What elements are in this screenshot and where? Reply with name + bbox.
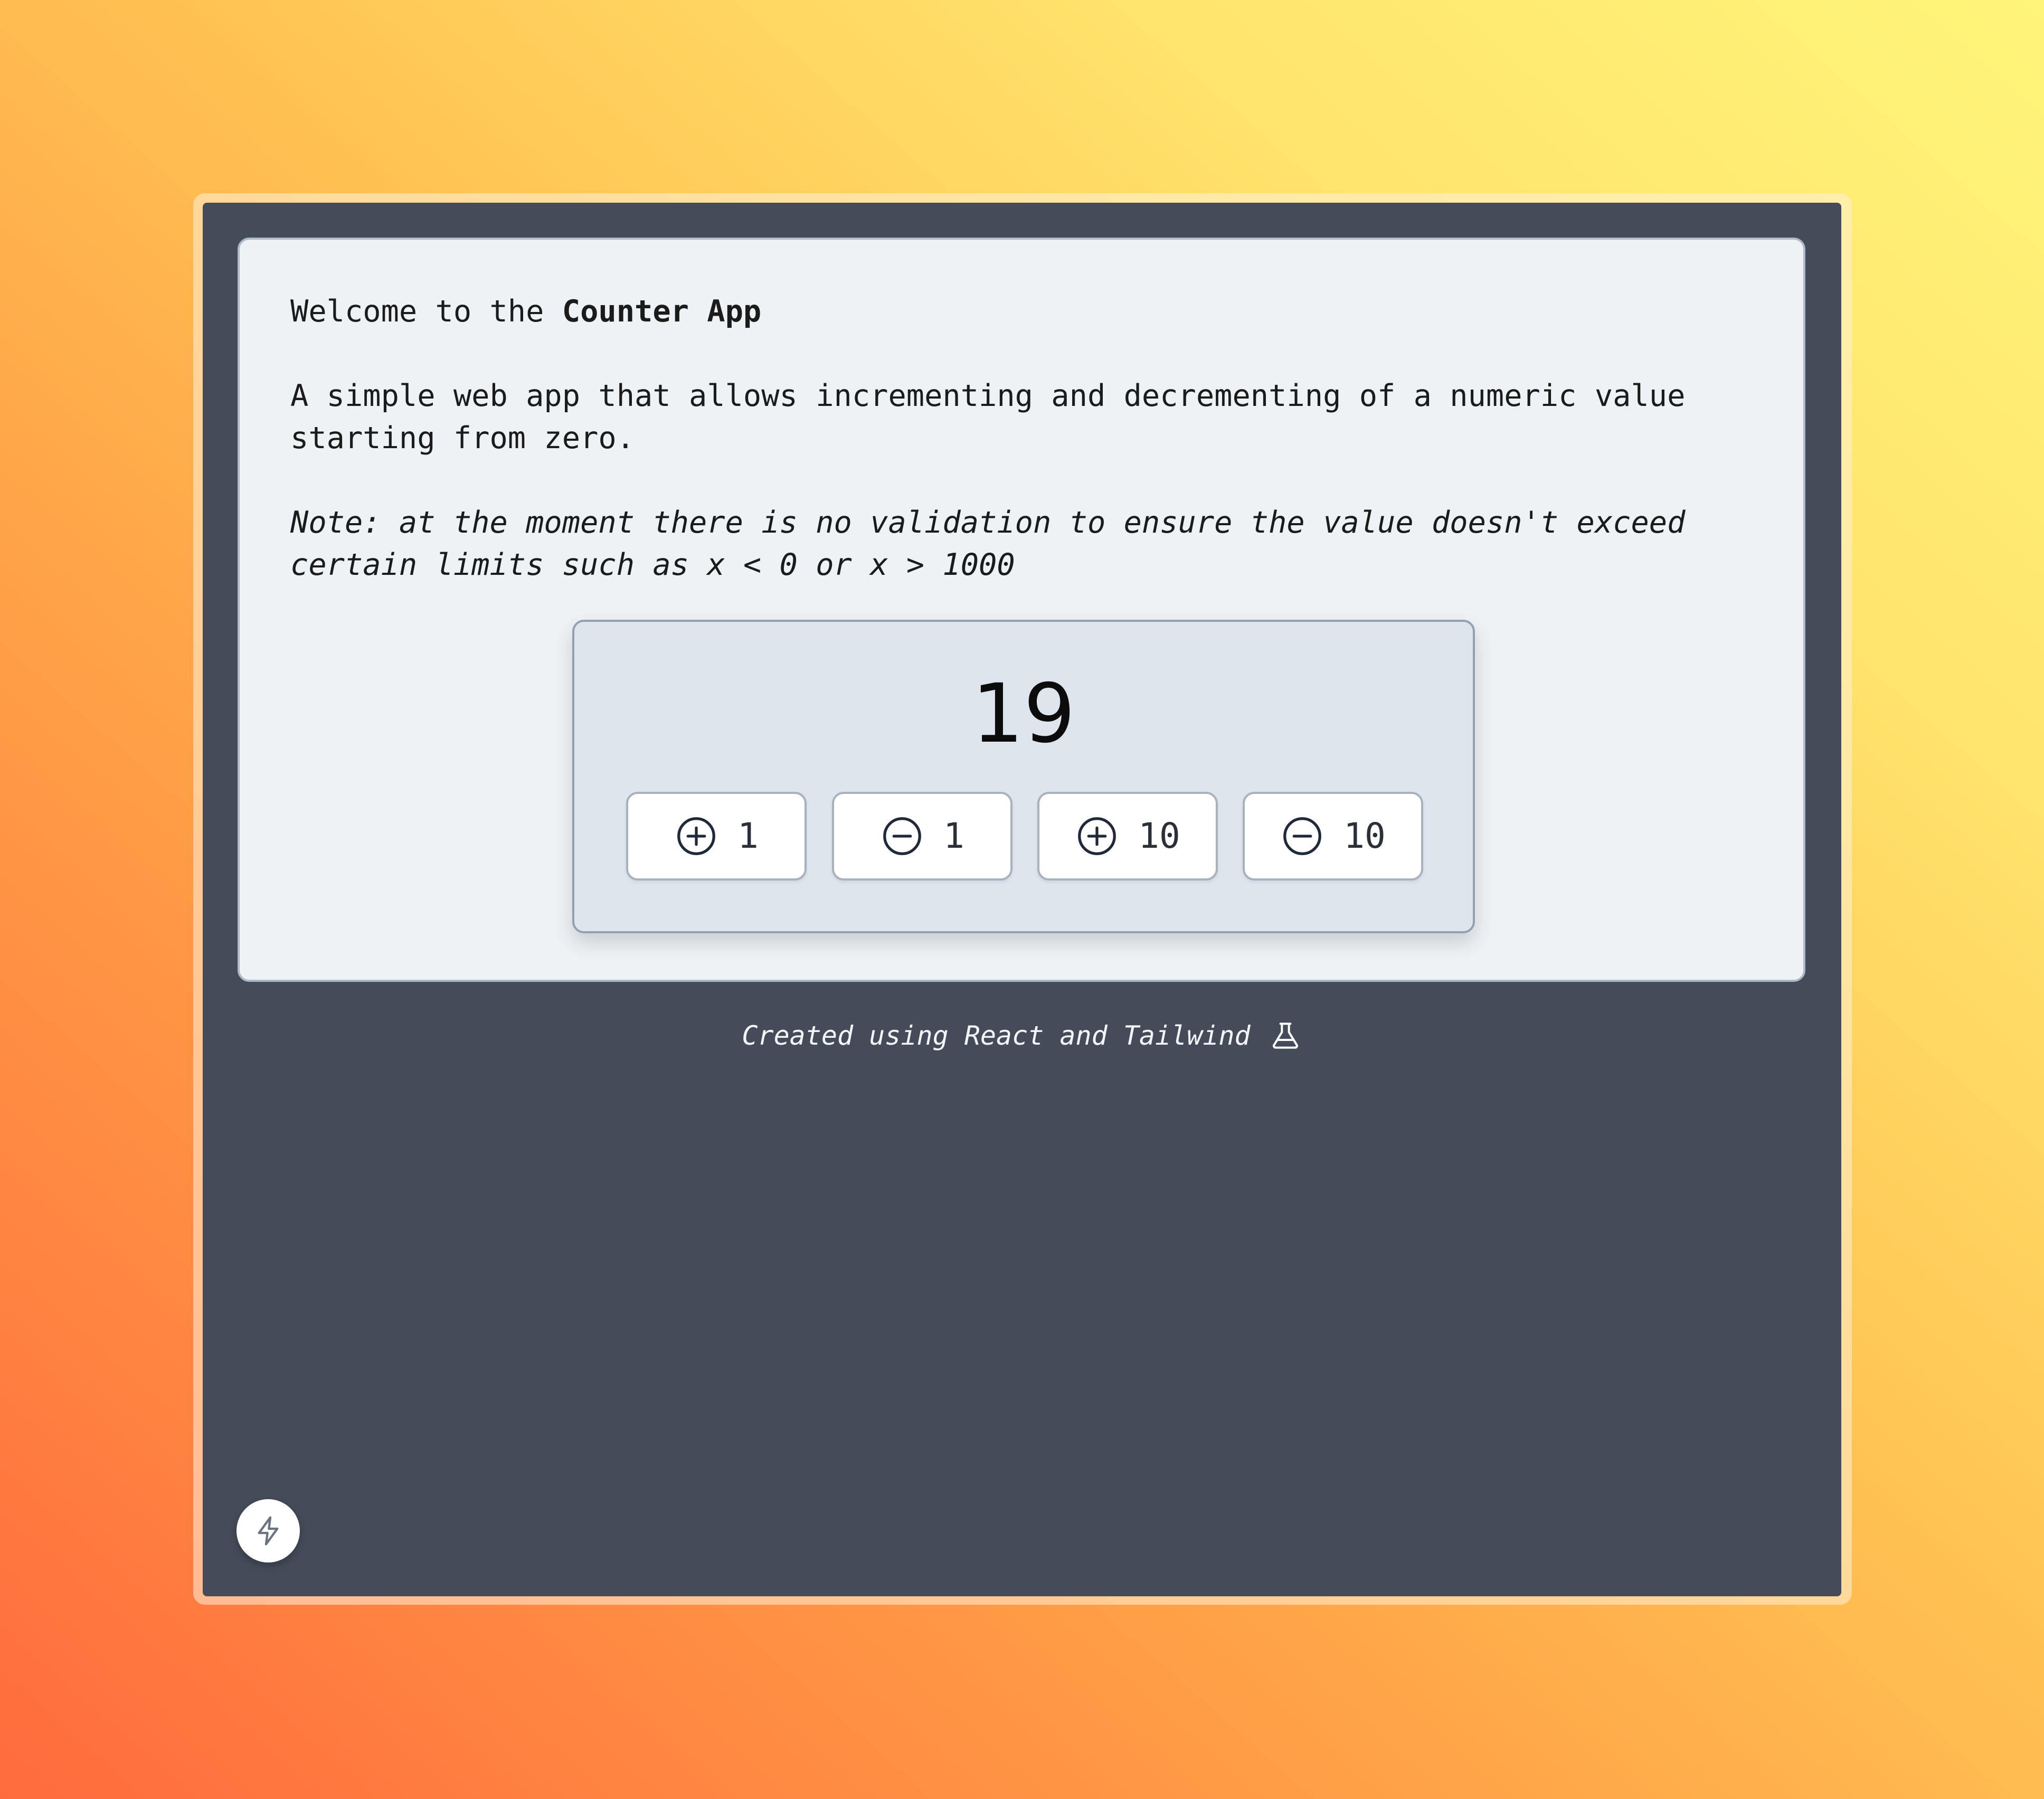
decrement-1-label: 1 <box>943 816 964 856</box>
welcome-prefix: Welcome to the <box>290 294 562 329</box>
footer-credit: Created using React and Tailwind <box>0 1019 2044 1053</box>
footer-text: Created using React and Tailwind <box>742 1020 1251 1051</box>
counter-value: 19 <box>972 667 1075 761</box>
increment-1-button[interactable]: 1 <box>626 792 807 880</box>
decrement-10-label: 10 <box>1343 816 1386 856</box>
increment-10-label: 10 <box>1138 816 1180 856</box>
lightning-icon <box>251 1514 285 1548</box>
minus-circle-icon <box>1280 814 1324 858</box>
counter-panel: 19 1 1 10 10 <box>572 620 1475 933</box>
quick-action-button[interactable] <box>236 1499 300 1563</box>
decrement-1-button[interactable]: 1 <box>832 792 1012 880</box>
app-name: Counter App <box>562 294 762 329</box>
app-description: A simple web app that allows incrementin… <box>290 378 1704 456</box>
plus-circle-icon <box>1075 814 1119 858</box>
increment-1-label: 1 <box>737 816 759 856</box>
welcome-heading: Welcome to the Counter App <box>290 290 1705 333</box>
plus-circle-icon <box>674 814 718 858</box>
increment-10-button[interactable]: 10 <box>1037 792 1218 880</box>
content-card: Welcome to the Counter App A simple web … <box>238 238 1805 982</box>
validation-note: Note: at the moment there is no validati… <box>290 505 1704 582</box>
flask-icon <box>1269 1019 1302 1053</box>
minus-circle-icon <box>880 814 924 858</box>
decrement-10-button[interactable]: 10 <box>1243 792 1423 880</box>
